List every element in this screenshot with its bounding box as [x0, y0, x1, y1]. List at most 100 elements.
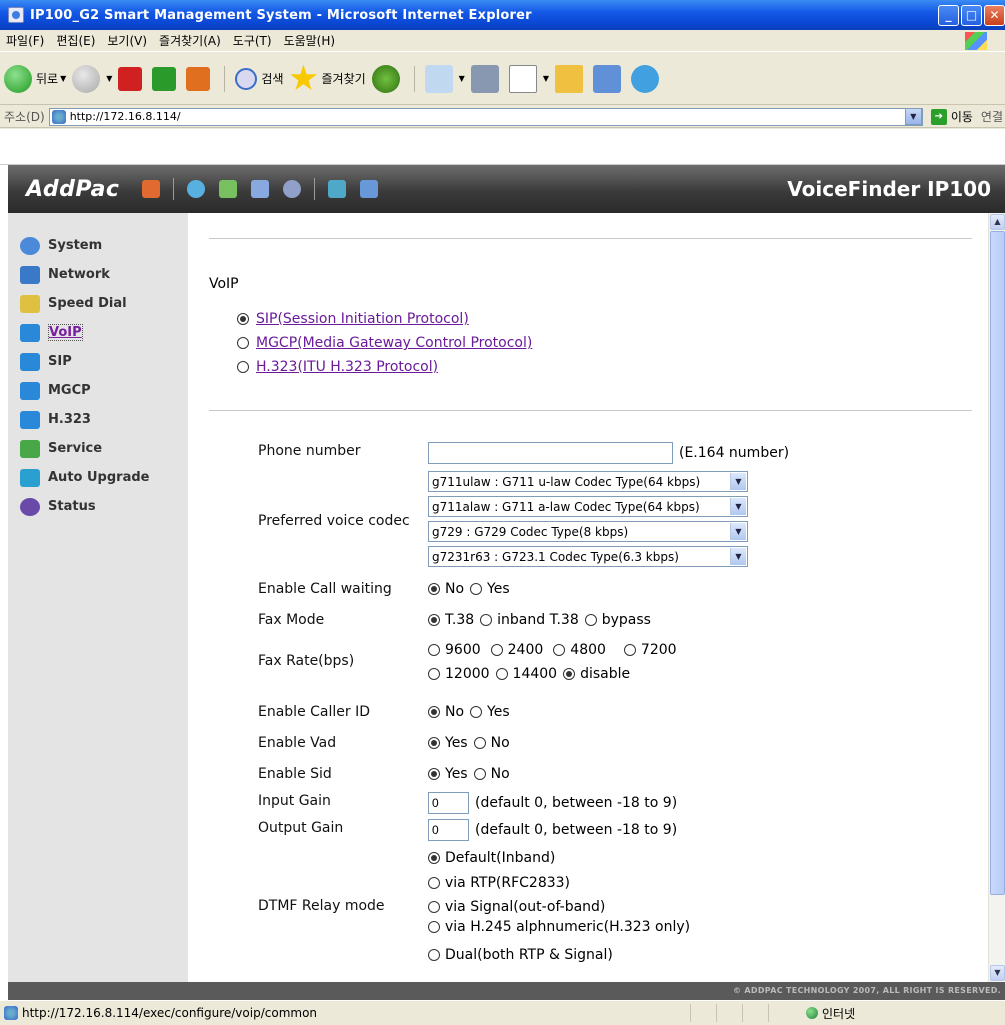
reboot-icon[interactable]: [283, 180, 302, 198]
divider: [209, 410, 972, 411]
menu-tools[interactable]: 도구(T): [233, 32, 272, 49]
sidebar-item-voip[interactable]: VoIP: [8, 318, 188, 347]
protocol-option-h323[interactable]: H.323(ITU H.323 Protocol): [237, 359, 438, 375]
forward-button[interactable]: ▼: [72, 64, 112, 93]
sidebar-item-mgcp[interactable]: MGCP: [8, 376, 188, 405]
chevron-down-icon[interactable]: ▼: [730, 498, 746, 515]
mail-icon[interactable]: [424, 64, 453, 93]
sidebar-item-network[interactable]: Network: [8, 260, 188, 289]
go-button[interactable]: ➔ 이동: [930, 108, 973, 125]
fax-rate-7200[interactable]: 7200: [623, 642, 677, 658]
radio-sip[interactable]: [237, 313, 249, 325]
sip-link[interactable]: SIP(Session Initiation Protocol): [256, 311, 469, 327]
people-icon: [20, 381, 40, 400]
address-input[interactable]: http://172.16.8.114/ ▼: [48, 107, 923, 126]
sidebar-item-service[interactable]: Service: [8, 434, 188, 463]
chevron-down-icon[interactable]: ▼: [730, 548, 746, 565]
network-tools-icon[interactable]: [328, 180, 347, 198]
sidebar-item-speed-dial[interactable]: Speed Dial: [8, 289, 188, 318]
sid-yes[interactable]: Yes: [428, 766, 468, 782]
fax-rate-12000[interactable]: 12000: [428, 666, 490, 682]
menu-edit[interactable]: 편집(E): [56, 32, 95, 49]
zone-label: 인터넷: [822, 1006, 856, 1021]
radio-mgcp[interactable]: [237, 337, 249, 349]
protocol-option-sip[interactable]: SIP(Session Initiation Protocol): [237, 311, 469, 327]
dtmf-option-default[interactable]: Default(Inband): [428, 850, 561, 866]
protocol-option-mgcp[interactable]: MGCP(Media Gateway Control Protocol): [237, 335, 532, 351]
scroll-down-icon[interactable]: ▼: [990, 965, 1005, 981]
phone-number-input[interactable]: [428, 442, 673, 464]
folder-icon[interactable]: [554, 64, 583, 93]
fax-rate-14400[interactable]: 14400: [495, 666, 557, 682]
menu-view[interactable]: 보기(V): [107, 32, 147, 49]
history-icon[interactable]: [371, 64, 400, 93]
fax-rate-4800[interactable]: 4800: [553, 642, 606, 658]
links-button[interactable]: 연결: [981, 108, 1003, 125]
refresh-config-icon[interactable]: [187, 180, 206, 198]
sidebar-item-system[interactable]: System: [8, 231, 188, 260]
dtmf-option-dual[interactable]: Dual(both RTP & Signal): [428, 947, 619, 963]
refresh-icon[interactable]: [152, 66, 177, 91]
codec-select-2[interactable]: g711alaw : G711 a-law Codec Type(64 kbps…: [428, 496, 748, 517]
favorites-button[interactable]: 즐겨찾기: [290, 64, 366, 93]
stop-icon[interactable]: [118, 66, 143, 91]
chevron-down-icon[interactable]: ▼: [730, 523, 746, 540]
forward-dropdown-icon[interactable]: ▼: [106, 74, 112, 83]
mgcp-link[interactable]: MGCP(Media Gateway Control Protocol): [256, 335, 532, 351]
dtmf-option-signal[interactable]: via Signal(out-of-band): [428, 899, 611, 915]
dtmf-option-rtp[interactable]: via RTP(RFC2833): [428, 875, 576, 891]
content-scrollbar[interactable]: ▲ ▼: [988, 213, 1005, 982]
menu-help[interactable]: 도움말(H): [284, 32, 336, 49]
codec-select-1[interactable]: g711ulaw : G711 u-law Codec Type(64 kbps…: [428, 471, 748, 492]
codec-select-4[interactable]: g7231r63 : G723.1 Codec Type(6.3 kbps) ▼: [428, 546, 748, 567]
menu-file[interactable]: 파일(F): [6, 32, 44, 49]
output-gain-hint: (default 0, between -18 to 9): [475, 822, 678, 838]
sidebar-item-auto-upgrade[interactable]: Auto Upgrade: [8, 463, 188, 492]
messenger-icon[interactable]: [630, 64, 659, 93]
chevron-down-icon[interactable]: ▼: [730, 473, 746, 490]
vad-yes[interactable]: Yes: [428, 735, 468, 751]
fax-rate-9600[interactable]: 9600: [428, 642, 481, 658]
save-icon[interactable]: [219, 180, 238, 198]
input-gain-input[interactable]: [428, 792, 469, 814]
network-icon: [20, 265, 40, 284]
logout-icon[interactable]: [360, 180, 379, 198]
home-icon[interactable]: [186, 66, 211, 91]
dtmf-label: DTMF Relay mode: [258, 898, 385, 914]
caller-id-no[interactable]: No: [428, 704, 464, 720]
minimize-button[interactable]: _: [938, 4, 959, 26]
back-button[interactable]: 뒤로 ▼: [4, 64, 66, 93]
sid-no[interactable]: No: [473, 766, 510, 782]
fax-rate-disable[interactable]: disable: [563, 666, 630, 682]
sidebar-item-status[interactable]: Status: [8, 492, 188, 521]
vad-no[interactable]: No: [473, 735, 510, 751]
fax-mode-bypass[interactable]: bypass: [584, 612, 651, 628]
back-dropdown-icon[interactable]: ▼: [60, 74, 66, 83]
maximize-button[interactable]: □: [961, 4, 982, 26]
internet-zone-icon: [806, 1007, 818, 1019]
search-button[interactable]: 검색: [235, 67, 284, 90]
output-gain-input[interactable]: [428, 819, 469, 841]
fax-mode-inband-t38[interactable]: inband T.38: [480, 612, 579, 628]
caller-id-yes[interactable]: Yes: [470, 704, 510, 720]
call-waiting-yes[interactable]: Yes: [470, 581, 510, 597]
home-icon[interactable]: [142, 180, 161, 198]
sidebar-item-h323[interactable]: H.323: [8, 405, 188, 434]
address-dropdown-icon[interactable]: ▼: [904, 108, 922, 125]
menu-favorites[interactable]: 즐겨찾기(A): [159, 32, 221, 49]
dtmf-option-h245[interactable]: via H.245 alphnumeric(H.323 only): [428, 919, 696, 935]
codec-select-3[interactable]: g729 : G729 Codec Type(8 kbps) ▼: [428, 521, 748, 542]
edit-icon[interactable]: [508, 64, 537, 93]
close-button[interactable]: ✕: [984, 4, 1005, 26]
edit-config-icon[interactable]: [251, 180, 270, 198]
fax-mode-t38[interactable]: T.38: [428, 612, 474, 628]
scroll-up-icon[interactable]: ▲: [990, 214, 1005, 230]
scroll-thumb[interactable]: [990, 231, 1005, 895]
sidebar-item-sip[interactable]: SIP: [8, 347, 188, 376]
fax-rate-2400[interactable]: 2400: [490, 642, 543, 658]
print-icon[interactable]: [470, 64, 499, 93]
radio-h323[interactable]: [237, 361, 249, 373]
research-icon[interactable]: [592, 64, 621, 93]
h323-link[interactable]: H.323(ITU H.323 Protocol): [256, 359, 438, 375]
call-waiting-no[interactable]: No: [428, 581, 464, 597]
